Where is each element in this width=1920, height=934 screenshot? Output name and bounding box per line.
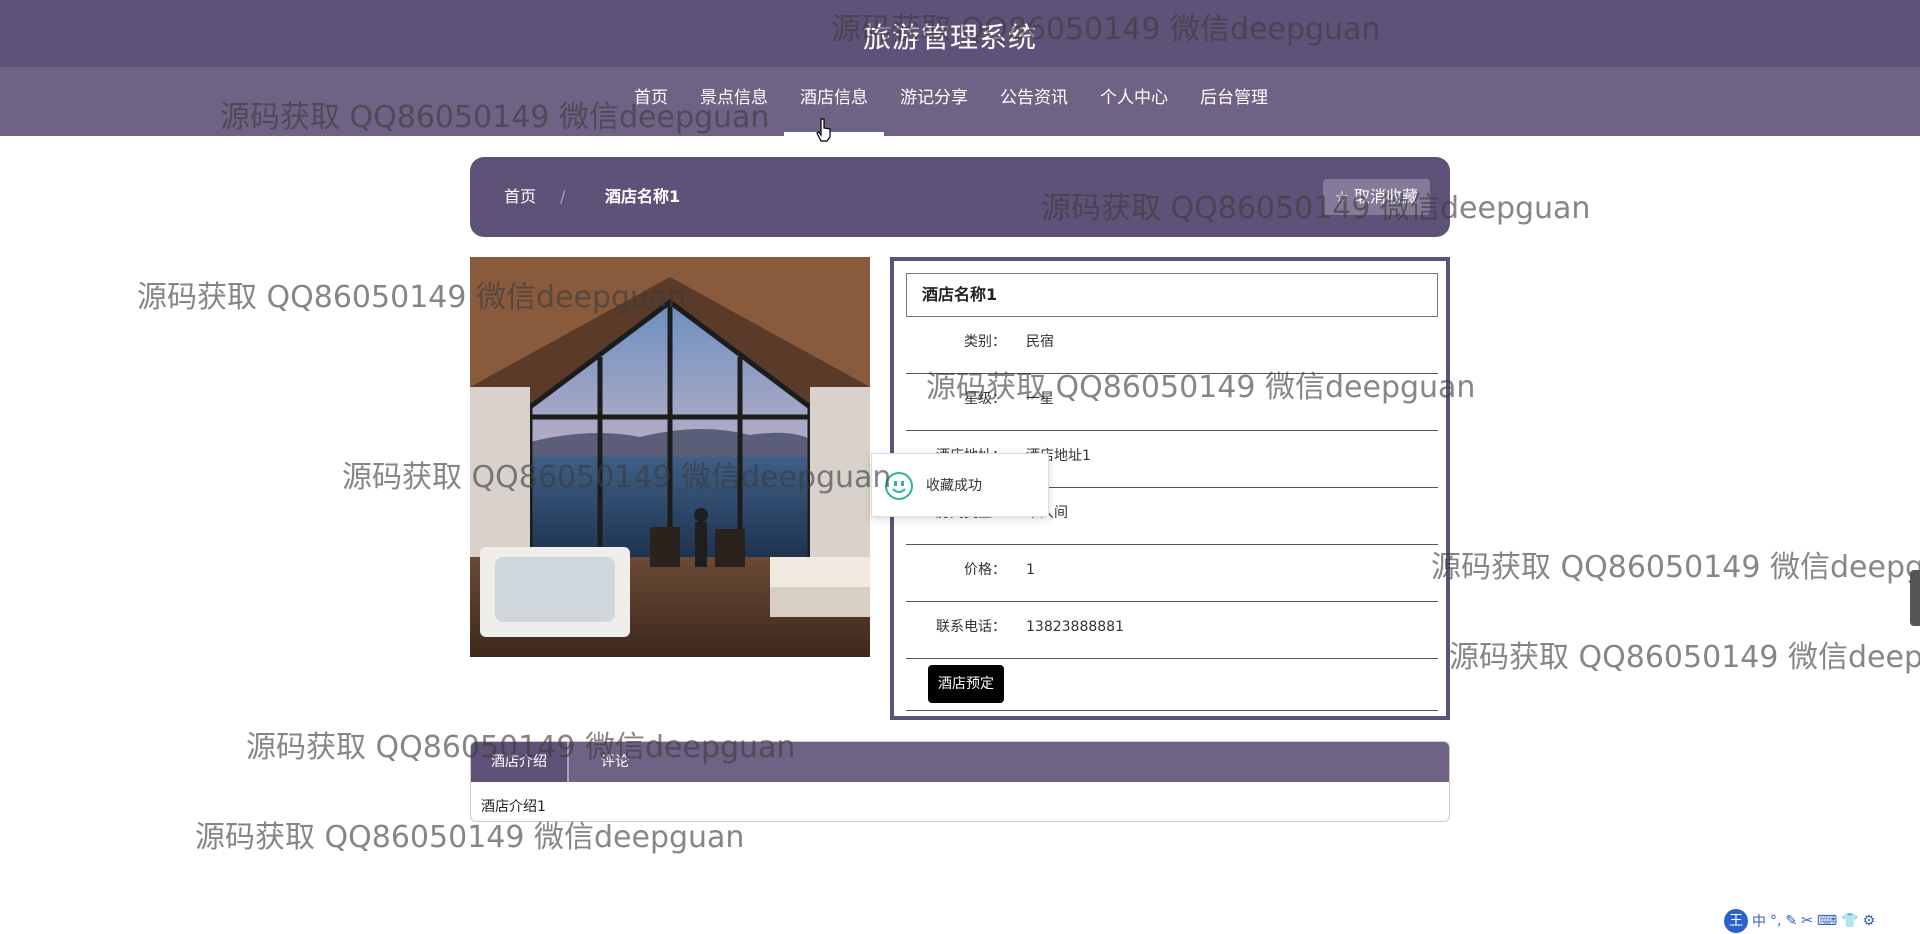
- hotel-photo: [470, 257, 870, 657]
- price-value: 1: [1026, 562, 1035, 578]
- breadcrumb-current: 酒店名称1: [605, 187, 681, 206]
- main-nav: 首页 景点信息 酒店信息 游记分享 公告资讯 个人中心 后台管理: [0, 67, 1920, 136]
- info-row-price: 价格： 1: [906, 545, 1438, 602]
- nav-item-admin[interactable]: 后台管理: [1184, 67, 1284, 136]
- ime-chinese-mode[interactable]: 中: [1752, 911, 1766, 931]
- nav-item-hotels[interactable]: 酒店信息: [784, 67, 884, 136]
- cancel-favorite-button[interactable]: ☆ 取消收藏: [1322, 179, 1430, 215]
- ime-keyboard-icon[interactable]: ⌨: [1817, 913, 1837, 929]
- smile-icon: [885, 472, 913, 500]
- tab-hotel-intro[interactable]: 酒店介绍: [471, 742, 569, 782]
- stars-value: 一星: [1026, 391, 1054, 407]
- ime-skin-icon[interactable]: 👕: [1841, 913, 1858, 929]
- ime-toolbar: 王 中 °, ✎ ✂ ⌨ 👕 ⚙: [1724, 907, 1920, 934]
- tab-comments[interactable]: 评论: [581, 742, 649, 782]
- success-toast: 收藏成功: [871, 453, 1049, 517]
- tabs-header: 酒店介绍 评论: [471, 742, 1449, 782]
- nav-list: 首页 景点信息 酒店信息 游记分享 公告资讯 个人中心 后台管理: [618, 67, 1284, 136]
- breadcrumb-home-link[interactable]: 首页: [504, 157, 536, 237]
- hotel-room-image: [470, 257, 870, 657]
- info-row-category: 类别： 民宿: [906, 317, 1438, 374]
- top-header: 旅游管理系统: [0, 0, 1920, 67]
- phone-label: 联系电话：: [936, 619, 1006, 635]
- category-label: 类别：: [964, 334, 1006, 350]
- nav-item-home[interactable]: 首页: [618, 67, 684, 136]
- toast-message: 收藏成功: [926, 478, 982, 494]
- tab-content: 酒店介绍1: [481, 799, 546, 815]
- ime-settings-icon[interactable]: ⚙: [1863, 913, 1876, 929]
- breadcrumb: 首页 / 酒店名称1 ☆ 取消收藏: [470, 157, 1450, 237]
- divider: [906, 710, 1438, 711]
- ime-logo-icon[interactable]: 王: [1724, 908, 1748, 933]
- info-row-stars: 星级： 一星: [906, 374, 1438, 431]
- ime-punctuation-icon[interactable]: °,: [1770, 913, 1781, 929]
- nav-item-attractions[interactable]: 景点信息: [684, 67, 784, 136]
- watermark: 源码获取 QQ86050149 微信deepguan: [1449, 640, 1920, 675]
- info-row-phone: 联系电话： 13823888881: [906, 602, 1438, 659]
- stars-label: 星级：: [964, 391, 1006, 407]
- watermark: 源码获取 QQ86050149 微信deepguan: [1431, 550, 1920, 585]
- nav-item-announcements[interactable]: 公告资讯: [984, 67, 1084, 136]
- category-value: 民宿: [1026, 334, 1054, 350]
- ime-scissors-icon[interactable]: ✂: [1801, 913, 1813, 929]
- site-title: 旅游管理系统: [862, 21, 1037, 54]
- hand-cursor-icon: [816, 118, 831, 142]
- hotel-name: 酒店名称1: [906, 273, 1438, 317]
- price-label: 价格：: [964, 562, 1006, 578]
- nav-item-travelogues[interactable]: 游记分享: [884, 67, 984, 136]
- detail-tabs: 酒店介绍 评论 酒店介绍1: [470, 741, 1450, 822]
- book-hotel-button[interactable]: 酒店预定: [928, 665, 1004, 703]
- side-drawer-handle[interactable]: [1910, 570, 1920, 626]
- phone-value: 13823888881: [1026, 619, 1124, 635]
- nav-item-profile[interactable]: 个人中心: [1084, 67, 1184, 136]
- breadcrumb-separator: /: [560, 187, 566, 206]
- ime-handwriting-icon[interactable]: ✎: [1785, 913, 1797, 929]
